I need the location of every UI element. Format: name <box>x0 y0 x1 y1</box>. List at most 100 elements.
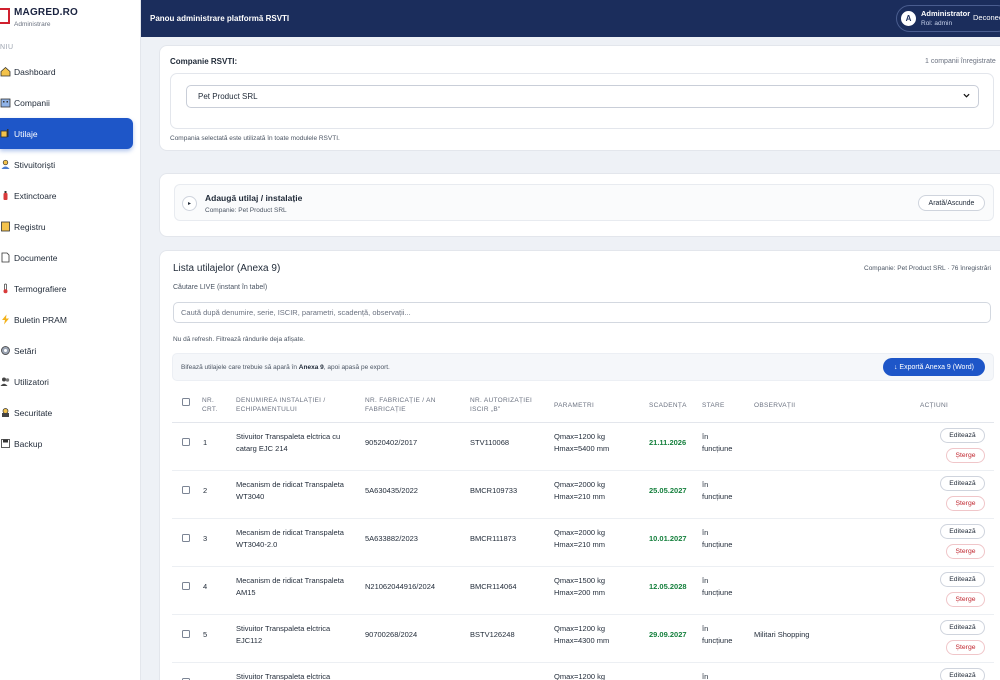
logout-link[interactable]: Deconectare <box>973 13 1000 22</box>
row-name-line1: Mecanism de ridicat Transpaleta <box>236 480 344 489</box>
header-fab-line1: NR. FABRICAȚIE / AN <box>365 397 436 404</box>
row-param-line2: Hmax=200 mm <box>554 588 606 597</box>
menu-heading: NIU <box>0 44 14 51</box>
table-row: 2 Mecanism de ridicat Transpaleta WT3040 5A… <box>172 471 994 519</box>
edit-button[interactable]: Editează <box>940 428 985 443</box>
sidebar-item-backup[interactable]: Backup <box>0 428 141 459</box>
row-nr: 2 <box>203 486 208 495</box>
header-nr: NR. CRT. <box>202 396 218 414</box>
search-hint: Nu dă refresh. Filtrează rândurile deja … <box>173 336 305 343</box>
row-fabrication: 90520402/2017 <box>365 438 418 447</box>
machine-icon <box>0 128 11 139</box>
sidebar-item-buletin-pram[interactable]: Buletin PRAM <box>0 304 141 335</box>
sidebar-item-dashboard[interactable]: Dashboard <box>0 56 141 87</box>
row-param-line2: Hmax=4300 mm <box>554 636 610 645</box>
sidebar-item-stivuitoristi[interactable]: Stivuitoriști <box>0 149 141 180</box>
expand-play-icon[interactable]: ▸ <box>182 196 197 211</box>
row-param-line1: Qmax=1200 kg <box>554 432 606 441</box>
sidebar-item-setari[interactable]: Setări <box>0 335 141 366</box>
row-due-date: 10.01.2027 <box>649 534 687 543</box>
list-company-info: Companie: Pet Product SRL · 76 înregistr… <box>864 265 991 272</box>
row-equipment-name: Stivuitor Transpaleta elctrica cu catarg … <box>236 431 340 455</box>
delete-button[interactable]: Șterge <box>946 640 985 655</box>
row-due-date: 12.05.2028 <box>649 582 687 591</box>
table-header: NR. CRT. DENUMIREA INSTALAȚIEI / ECHIPAMEN… <box>172 391 994 423</box>
select-all-checkbox[interactable] <box>182 398 190 406</box>
row-checkbox[interactable] <box>182 630 190 638</box>
row-param-line2: Hmax=210 mm <box>554 540 606 549</box>
company-select-wrapper: Pet Product SRL <box>170 73 994 129</box>
edit-button[interactable]: Editează <box>940 572 985 587</box>
sidebar-item-companii[interactable]: Companii <box>0 87 141 118</box>
header-fab-line2: FABRICAȚIE <box>365 406 406 413</box>
delete-button[interactable]: Șterge <box>946 496 985 511</box>
sidebar-item-utilaje[interactable]: Utilaje <box>0 118 133 149</box>
chevron-down-icon <box>963 93 970 98</box>
row-state-line2: funcțiune <box>702 540 733 549</box>
brand[interactable]: MAGRED.RO Administrare <box>0 0 140 36</box>
row-state: în funcțiune <box>702 527 732 551</box>
search-input[interactable] <box>173 302 991 323</box>
document-icon <box>0 252 11 263</box>
page-title: Panou administrare platformă RSVTI <box>150 14 290 23</box>
row-checkbox[interactable] <box>182 534 190 542</box>
row-fabrication: N21062044916/2024 <box>365 582 436 591</box>
lightning-icon <box>0 314 11 325</box>
row-name-line1: Mecanism de ridicat Transpaleta <box>236 576 344 585</box>
company-count: 1 companii înregistrate <box>925 58 996 65</box>
toggle-show-hide-button[interactable]: Arată/Ascunde <box>918 195 985 211</box>
sidebar-item-termografiere[interactable]: Termografiere <box>0 273 141 304</box>
row-nr: 1 <box>203 438 208 447</box>
header-auth-line2: ISCIR „B" <box>470 406 501 413</box>
topbar: Panou administrare platformă RSVTI A Adm… <box>141 0 1000 37</box>
row-checkbox[interactable] <box>182 438 190 446</box>
edit-button[interactable]: Editează <box>940 524 985 539</box>
sidebar-item-label: Utilizatori <box>14 376 49 387</box>
sidebar-item-documente[interactable]: Documente <box>0 242 141 273</box>
delete-button[interactable]: Șterge <box>946 592 985 607</box>
edit-button[interactable]: Editează <box>940 668 985 680</box>
header-name: DENUMIREA INSTALAȚIEI / ECHIPAMENTULUI <box>236 396 326 414</box>
table-row: Stivuitor Transpaleta elctrica Qmax=1200 … <box>172 663 994 680</box>
export-bar: Bifează utilajele care trebuie să apară … <box>172 353 994 381</box>
backup-icon <box>0 438 11 449</box>
header-observations: OBSERVAȚII <box>754 402 796 409</box>
row-state: în funcțiune <box>702 431 732 455</box>
header-state: STARE <box>702 402 725 409</box>
sidebar-item-securitate[interactable]: Securitate <box>0 397 141 428</box>
add-equipment-subtitle: Companie: Pet Product SRL <box>205 207 287 214</box>
company-select[interactable]: Pet Product SRL <box>186 85 979 108</box>
export-anexa9-button[interactable]: ↓ Exportă Anexa 9 (Word) <box>883 358 985 376</box>
sidebar-item-extinctoare[interactable]: Extinctoare <box>0 180 141 211</box>
sidebar-item-utilizatori[interactable]: Utilizatori <box>0 366 141 397</box>
edit-button[interactable]: Editează <box>940 476 985 491</box>
row-name-line2: catarg EJC 214 <box>236 444 288 453</box>
row-param-line1: Qmax=2000 kg <box>554 480 606 489</box>
row-name-line1: Stivuitor Transpaleta elctrica cu <box>236 432 341 441</box>
brand-logo-icon <box>0 8 10 24</box>
delete-button[interactable]: Șterge <box>946 544 985 559</box>
row-params: Qmax=1200 kg Hmax=4300 mm <box>554 623 609 647</box>
sidebar-nav: Dashboard Companii Utilaje Stivuitoriști… <box>0 56 141 459</box>
edit-button[interactable]: Editează <box>940 620 985 635</box>
row-state-line1: în <box>702 432 709 441</box>
delete-button[interactable]: Șterge <box>946 448 985 463</box>
add-equipment-panel: ▸ Adaugă utilaj / instalație Companie: P… <box>174 184 994 221</box>
row-state: în funcțiune <box>702 575 732 599</box>
sidebar-item-registru[interactable]: Registru <box>0 211 141 242</box>
row-due-date: 25.05.2027 <box>649 486 687 495</box>
row-params: Qmax=2000 kg Hmax=210 mm <box>554 479 605 503</box>
header-name-line1: DENUMIREA INSTALAȚIEI / <box>236 397 326 404</box>
sidebar-item-label: Securitate <box>14 407 53 418</box>
row-equipment-name: Mecanism de ridicat Transpaleta WT3040 <box>236 479 344 503</box>
row-equipment-name: Stivuitor Transpaleta elctrica EJC112 <box>236 623 330 647</box>
row-checkbox[interactable] <box>182 582 190 590</box>
user-name: Administrator <box>921 9 971 18</box>
row-param-line2: Hmax=5400 mm <box>554 444 610 453</box>
users-icon <box>0 376 11 387</box>
export-text-bold: Anexa 9 <box>298 364 324 371</box>
equipment-list-card: Lista utilajelor (Anexa 9) Companie: Pet… <box>159 250 1000 680</box>
row-checkbox[interactable] <box>182 486 190 494</box>
row-nr: 3 <box>203 534 208 543</box>
shield-icon <box>0 407 11 418</box>
